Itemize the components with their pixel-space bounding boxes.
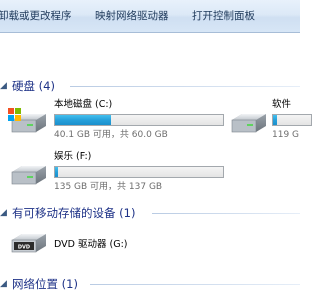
drive-name: 娱乐 (F:) — [54, 151, 92, 162]
command-bar: 卸载或更改程序 映射网络驱动器 打开控制面板 — [0, 0, 300, 33]
group-header-network[interactable]: ◢ 网络位置 (1) — [0, 275, 300, 293]
capacity-bar-fill — [55, 115, 111, 125]
drive-space-info: 40.1 GB 可用，共 60.0 GB — [54, 130, 168, 140]
group-title: 硬盘 (4) — [12, 79, 55, 93]
hard-drive-icon — [11, 166, 46, 185]
collapse-chevron-icon[interactable]: ◢ — [0, 278, 9, 290]
drive-space-info: 119 G — [272, 130, 300, 140]
drive-space-info: 135 GB 可用，共 137 GB — [54, 182, 163, 192]
capacity-bar — [54, 166, 224, 178]
drive-name: 本地磁盘 (C:) — [54, 99, 113, 110]
capacity-bar — [54, 114, 224, 126]
drive-item-dvd[interactable]: DVD DVD 驱动器 (G:) — [8, 226, 208, 264]
drive-item-f[interactable]: 娱乐 (F:) 135 GB 可用，共 137 GB — [8, 150, 224, 196]
svg-text:DVD: DVD — [18, 245, 30, 251]
collapse-chevron-icon[interactable]: ◢ — [0, 80, 9, 92]
group-divider — [70, 86, 300, 87]
system-drive-icon — [8, 108, 46, 133]
collapse-chevron-icon[interactable]: ◢ — [0, 207, 9, 219]
group-header-removable[interactable]: ◢ 有可移动存储的设备 (1) — [0, 204, 300, 222]
dvd-drive-icon: DVD — [11, 234, 46, 253]
drive-item-software[interactable]: 软件 119 G — [228, 98, 312, 144]
drive-item-c[interactable]: 本地磁盘 (C:) 40.1 GB 可用，共 60.0 GB — [8, 98, 224, 144]
map-network-drive-button[interactable]: 映射网络驱动器 — [95, 0, 169, 32]
capacity-bar-fill — [55, 167, 58, 177]
capacity-bar — [272, 114, 312, 126]
hard-drive-icon — [231, 114, 266, 133]
group-divider — [90, 284, 300, 285]
group-title: 网络位置 (1) — [12, 277, 78, 291]
drive-name: 软件 — [272, 99, 292, 110]
group-title: 有可移动存储的设备 (1) — [12, 206, 136, 220]
uninstall-program-button[interactable]: 卸载或更改程序 — [0, 0, 72, 32]
group-header-hard-disks[interactable]: ◢ 硬盘 (4) — [0, 77, 300, 95]
group-divider — [152, 213, 300, 214]
capacity-bar-fill — [273, 115, 277, 125]
drive-name: DVD 驱动器 (G:) — [54, 239, 128, 250]
open-control-panel-button[interactable]: 打开控制面板 — [192, 0, 255, 32]
